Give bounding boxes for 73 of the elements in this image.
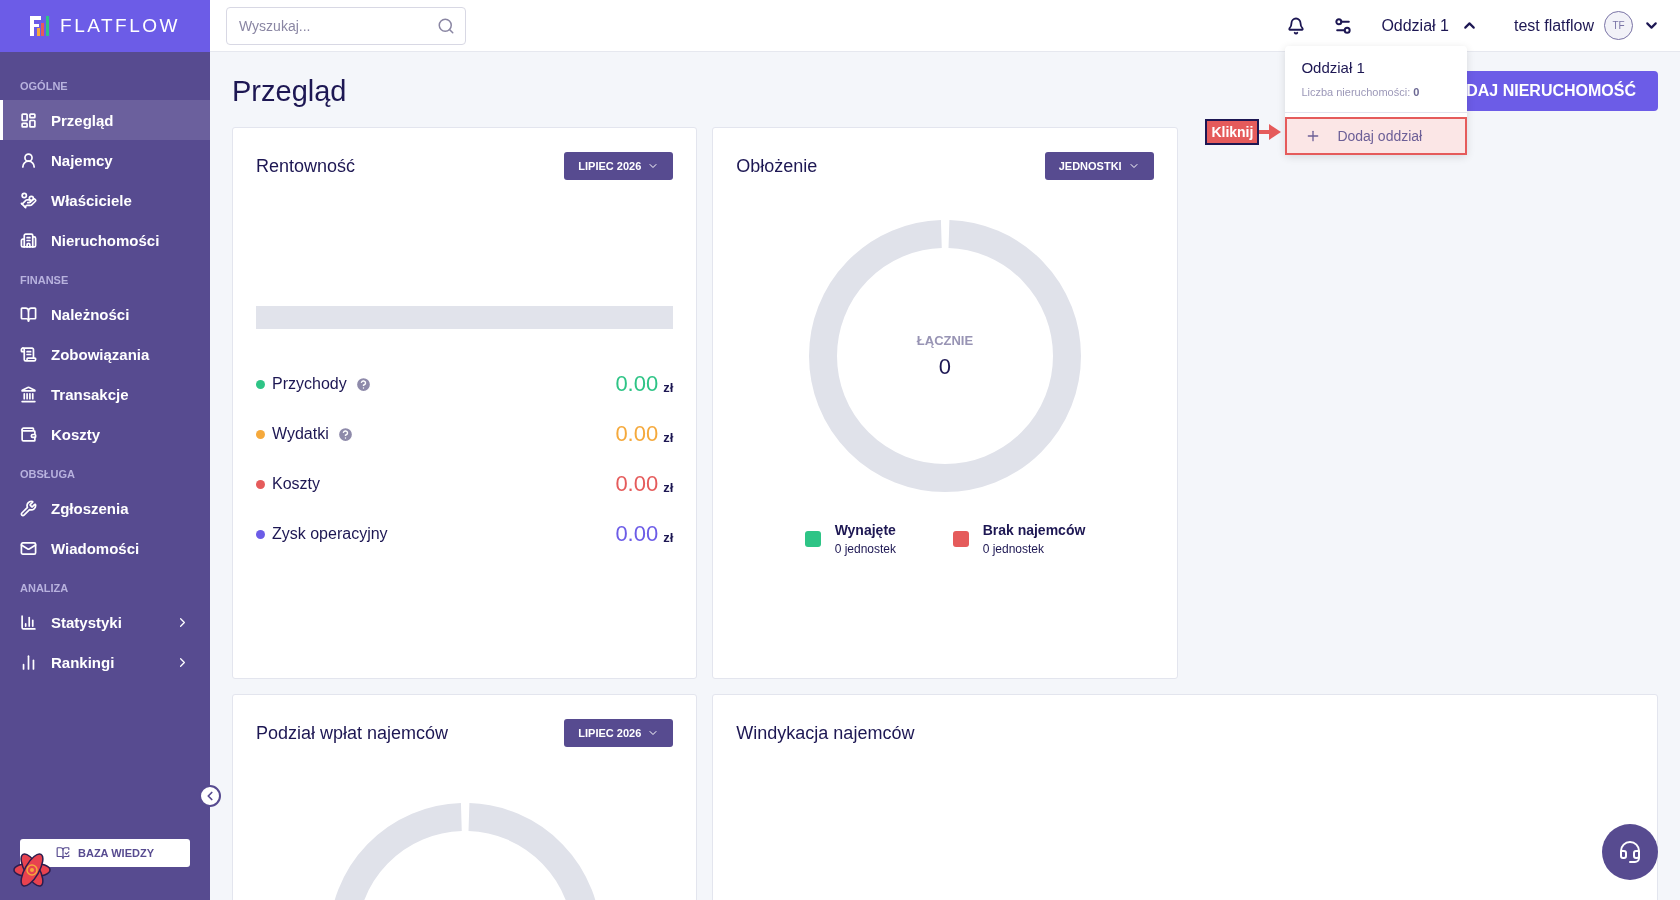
metric-value: 0.00 <box>615 371 659 397</box>
metric-label: Zysk operacyjny <box>272 525 388 543</box>
legend-count: 0 jednostek <box>982 542 1045 556</box>
user-menu[interactable]: test flatflow TF <box>1509 7 1664 44</box>
metric-value: 0.00 <box>615 421 659 447</box>
avatar: TF <box>1604 11 1633 40</box>
metric-label: Wydatki <box>272 425 329 443</box>
section-title: OBSŁUGA <box>19 468 76 480</box>
currency: zł <box>663 528 674 545</box>
sidebar-item[interactable]: Właściciele <box>0 180 210 220</box>
card-title: Obłożenie <box>736 155 818 177</box>
period-dropdown[interactable]: LIPIEC 2026 <box>564 152 674 180</box>
bank-icon <box>20 385 37 403</box>
currency: zł <box>663 378 674 395</box>
headset-icon <box>1618 840 1642 864</box>
metric-label: Koszty <box>272 475 320 493</box>
metric-value: 0.00 <box>615 521 659 547</box>
mail-icon <box>20 539 37 557</box>
atom-icon[interactable] <box>12 850 52 890</box>
book-icon <box>56 846 70 860</box>
add-branch-item[interactable]: Dodaj oddział <box>1285 116 1468 155</box>
sidebar-item[interactable]: Nieruchomości <box>0 220 210 260</box>
sidebar-item[interactable]: Transakcje <box>0 374 210 414</box>
section-title: OGÓLNE <box>19 80 69 92</box>
legend-label: Wynajęte <box>834 522 896 538</box>
legend-label: Brak najemców <box>982 522 1086 538</box>
legend-count: 0 jednostek <box>834 542 896 556</box>
collapse-button[interactable] <box>199 785 221 807</box>
help-icon[interactable] <box>354 375 372 393</box>
wrench-icon <box>20 499 37 517</box>
page-title: Przegląd <box>232 74 347 108</box>
wallet-icon <box>20 425 37 443</box>
sidebar-item[interactable]: Przegląd <box>0 100 210 140</box>
metric-label: Przychody <box>272 375 347 393</box>
bar-chart-icon <box>20 613 37 631</box>
menu-title: Oddział 1 <box>1300 57 1366 78</box>
metric-value: 0.00 <box>615 471 659 497</box>
sidebar-item[interactable]: Wiadomości <box>0 528 210 568</box>
sidebar-item[interactable]: Najemcy <box>0 140 210 180</box>
book-icon <box>20 305 37 323</box>
arrow-icon <box>1259 123 1282 140</box>
card-title: Rentowność <box>256 155 356 177</box>
currency: zł <box>663 478 674 495</box>
sidebar-item[interactable]: Należności <box>0 294 210 334</box>
search-icon <box>437 16 455 35</box>
currency: zł <box>663 428 674 445</box>
period-dropdown[interactable]: LIPIEC 2026 <box>564 719 674 747</box>
sidebar-item[interactable]: Zobowiązania <box>0 334 210 374</box>
branch-selector[interactable]: Oddział 1 <box>1377 12 1482 39</box>
card-title: Windykacja najemców <box>736 722 915 744</box>
hand-icon <box>20 191 37 209</box>
building-icon <box>20 231 37 249</box>
person-icon <box>20 151 37 169</box>
filter-dropdown[interactable]: JEDNOSTKI <box>1044 152 1154 180</box>
sidebar-item[interactable]: Rankingi <box>0 642 210 682</box>
section-title: ANALIZA <box>19 582 70 594</box>
search-field[interactable]: Wyszukaj... <box>226 6 466 45</box>
sidebar-item[interactable]: Statystyki <box>0 602 210 642</box>
callout-label: Kliknij <box>1205 118 1260 145</box>
total-label: ŁĄCZNIE <box>916 332 974 348</box>
section-title: FINANSE <box>19 274 70 286</box>
total-value: 0 <box>938 353 952 380</box>
sidebar-item[interactable]: Zgłoszenia <box>0 488 210 528</box>
knowledge-base-button[interactable]: BAZA WIEDZY <box>20 839 190 867</box>
dashboard-icon <box>20 111 37 129</box>
document-icon <box>20 345 37 363</box>
brand-name: FLATFLOW <box>60 15 180 37</box>
property-count: Liczba nieruchomości: 0 <box>1285 81 1468 113</box>
bar-chart-icon <box>20 653 37 671</box>
help-icon[interactable] <box>336 425 354 443</box>
card-title: Podział wpłat najemców <box>256 722 449 744</box>
logo-icon <box>30 16 51 36</box>
sidebar-item[interactable]: Koszty <box>0 414 210 454</box>
